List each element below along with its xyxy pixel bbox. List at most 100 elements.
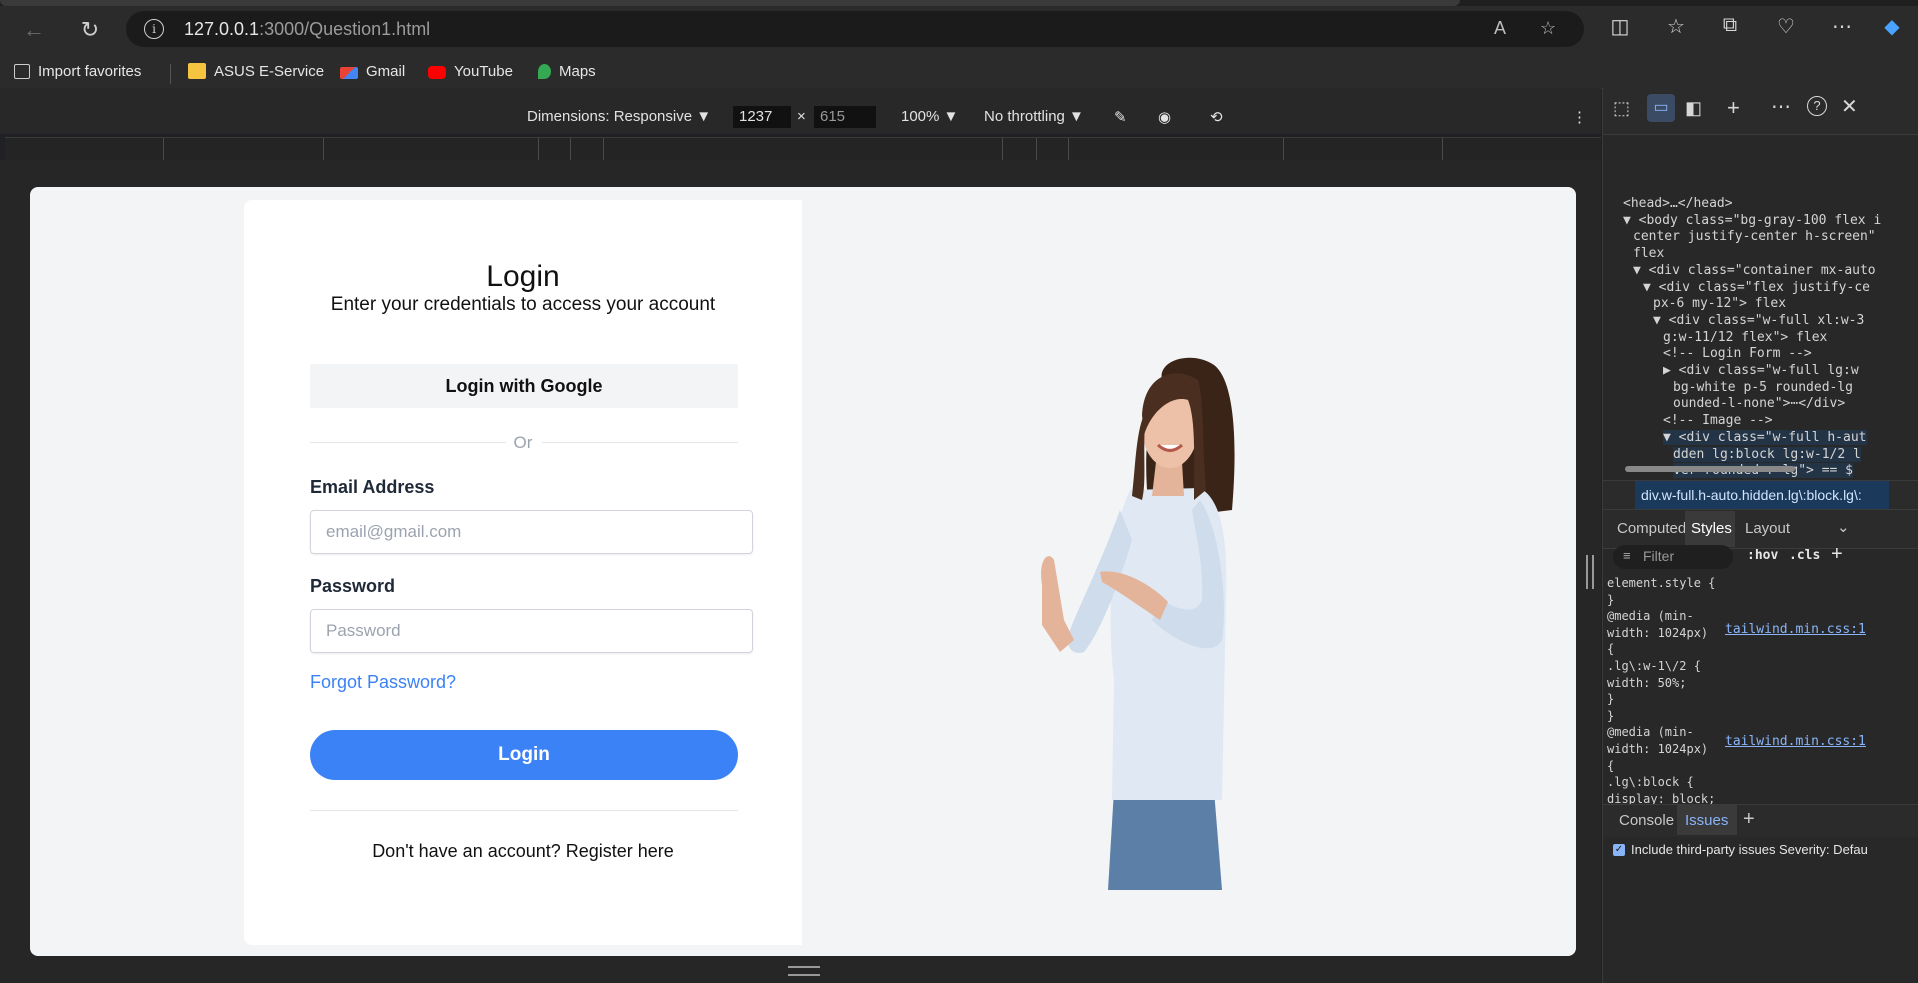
width-input[interactable]: 1237 <box>733 106 791 128</box>
footer-divider <box>310 810 738 811</box>
devtools-more-icon[interactable]: ⋯ <box>1771 94 1791 119</box>
style-rule-line: @media (min- <box>1607 725 1694 740</box>
help-icon[interactable]: ? <box>1807 96 1827 116</box>
refresh-icon[interactable]: ↻ <box>72 14 108 46</box>
dom-tree-line[interactable]: ▶ <div class="w-full lg:w <box>1663 363 1859 378</box>
breadcrumb[interactable]: div.w-full.h-auto.hidden.lg\:block.lg\: <box>1635 481 1889 509</box>
dom-tree-line[interactable]: ▼ <div class="container mx-auto <box>1633 263 1876 278</box>
dom-tree-line[interactable]: ▼ <div class="flex justify-ce <box>1643 280 1870 295</box>
import-icon <box>14 64 30 79</box>
resize-handle-right[interactable] <box>1586 555 1594 589</box>
gmail-icon <box>340 67 358 79</box>
tab-layout[interactable]: Layout <box>1745 520 1790 537</box>
sensor-icon[interactable]: ✎ <box>1114 108 1127 126</box>
favorite-import[interactable]: Import favorites <box>14 63 141 80</box>
dom-tree-line[interactable]: <head>…</head> <box>1623 196 1733 211</box>
email-field[interactable]: email@gmail.com <box>310 510 753 554</box>
copilot-icon[interactable]: ◆ <box>1876 14 1908 39</box>
read-aloud-icon[interactable]: A <box>1494 18 1506 39</box>
new-rule-icon[interactable]: + <box>1831 543 1843 566</box>
hov-toggle[interactable]: :hov <box>1747 548 1778 563</box>
youtube-icon <box>428 66 446 79</box>
split-screen-icon[interactable]: ◫ <box>1604 14 1636 39</box>
login-card: Login Enter your credentials to access y… <box>244 200 802 945</box>
chevron-down-icon[interactable]: ⌄ <box>1837 518 1850 536</box>
dom-tree-line[interactable]: g:w-11/12 flex"> flex <box>1663 330 1827 345</box>
dimensions-dropdown[interactable]: Dimensions: Responsive ▼ <box>527 108 711 125</box>
favorite-maps[interactable]: Maps <box>538 63 596 80</box>
dom-tree-line[interactable]: px-6 my-12"> flex <box>1653 296 1786 311</box>
style-rule-line: .lg\:w-1\/2 { <box>1607 659 1701 673</box>
style-rule-line: } <box>1607 592 1615 607</box>
favorites-icon[interactable]: ☆ <box>1660 14 1692 39</box>
register-text[interactable]: Don't have an account? Register here <box>244 841 802 862</box>
close-icon[interactable]: ✕ <box>1841 94 1858 119</box>
dom-tree-line[interactable]: center justify-center h-screen" <box>1633 229 1876 244</box>
login-button[interactable]: Login <box>310 730 738 780</box>
rotate-icon[interactable]: ⟲ <box>1210 108 1223 126</box>
favorite-gmail[interactable]: Gmail <box>340 63 405 80</box>
horizontal-scrollbar[interactable] <box>1605 464 1915 474</box>
tab-strip <box>0 0 1918 6</box>
url-text: 127.0.0.1:3000/Question1.html <box>184 19 431 39</box>
inspect-icon[interactable]: ⬚ <box>1613 98 1630 119</box>
height-input[interactable]: 615 <box>814 106 876 128</box>
tab-console[interactable]: Console <box>1619 812 1674 829</box>
tab-styles[interactable]: Styles <box>1691 520 1732 537</box>
cls-toggle[interactable]: .cls <box>1789 548 1820 563</box>
severity-dropdown[interactable]: Severity: Defau <box>1779 842 1868 857</box>
stylesheet-link-1[interactable]: tailwind.min.css:1 <box>1725 622 1866 637</box>
collections-icon[interactable]: ⧉ <box>1714 14 1746 37</box>
login-with-google-button[interactable]: Login with Google <box>310 364 738 408</box>
password-field[interactable]: Password <box>310 609 753 653</box>
browser-essentials-icon[interactable]: ♡ <box>1770 14 1802 39</box>
forgot-password-link[interactable]: Forgot Password? <box>310 672 456 693</box>
times-icon: × <box>797 108 806 125</box>
style-rule-line: } <box>1607 708 1615 723</box>
resize-handle-bottom[interactable] <box>788 966 820 976</box>
style-rule-line: @media (min- <box>1607 609 1694 624</box>
style-rule-line: { <box>1607 642 1615 657</box>
email-label: Email Address <box>310 477 435 497</box>
address-bar[interactable]: i 127.0.0.1:3000/Question1.html A ☆ <box>126 11 1584 47</box>
woman-pointing-image <box>1041 357 1235 890</box>
device-more-icon[interactable]: ⋮ <box>1572 108 1587 126</box>
favorite-asus[interactable]: ASUS E-Service <box>188 63 324 80</box>
style-rule-line: width: 1024px) <box>1607 742 1709 756</box>
tab-computed[interactable]: Computed <box>1617 520 1686 537</box>
device-toggle-icon[interactable]: ▭ <box>1647 94 1675 122</box>
tab-issues[interactable]: Issues <box>1685 812 1728 829</box>
zoom-dropdown[interactable]: 100% ▼ <box>901 108 958 125</box>
star-icon[interactable]: ☆ <box>1540 18 1556 39</box>
stylesheet-link-2[interactable]: tailwind.min.css:1 <box>1725 734 1866 749</box>
dom-tree-line[interactable]: ▼ <body class="bg-gray-100 flex i <box>1623 213 1881 228</box>
drawer-add-icon[interactable]: + <box>1743 808 1755 831</box>
info-icon[interactable]: i <box>144 19 164 39</box>
dom-tree-line[interactable]: bg-white p-5 rounded-lg <box>1673 380 1853 395</box>
favorite-youtube[interactable]: YouTube <box>428 63 513 80</box>
style-rule-line: width: 50%; <box>1607 675 1687 690</box>
dom-tree-line[interactable]: flex <box>1633 246 1664 261</box>
dom-tree-line[interactable]: <!-- Image --> <box>1663 413 1773 428</box>
dom-tree-line[interactable]: <!-- Login Form --> <box>1663 346 1812 361</box>
dom-tree-line[interactable]: dden lg:block lg:w-1/2 l <box>1673 446 1861 462</box>
divider-or: Or <box>513 433 533 452</box>
media-query-ruler[interactable] <box>5 137 1601 161</box>
dom-tree-line[interactable]: ▼ <div class="w-full xl:w-3 <box>1653 313 1864 328</box>
style-rule-line: element.style { <box>1607 576 1716 590</box>
filter-icon: ≡ <box>1623 548 1631 563</box>
back-arrow-icon[interactable]: ← <box>16 14 52 46</box>
hero-image-panel <box>802 200 1576 945</box>
vision-icon[interactable]: ◉ <box>1158 108 1171 126</box>
throttling-dropdown[interactable]: No throttling ▼ <box>984 108 1084 125</box>
dock-icon[interactable]: ◧ <box>1685 98 1702 119</box>
divider-right <box>542 442 738 443</box>
third-party-checkbox[interactable]: ✓ <box>1613 844 1625 856</box>
login-title: Login <box>486 260 560 293</box>
style-rule-line: width: 1024px) <box>1607 625 1709 640</box>
filter-input[interactable]: ≡ Filter <box>1613 545 1733 569</box>
dom-tree-line[interactable]: ▼ <div class="w-full h-aut <box>1663 429 1867 445</box>
dom-tree-line[interactable]: ounded-l-none">⋯</div> <box>1673 396 1845 411</box>
more-icon[interactable]: ⋯ <box>1826 14 1858 39</box>
add-tab-icon[interactable]: + <box>1727 95 1740 121</box>
